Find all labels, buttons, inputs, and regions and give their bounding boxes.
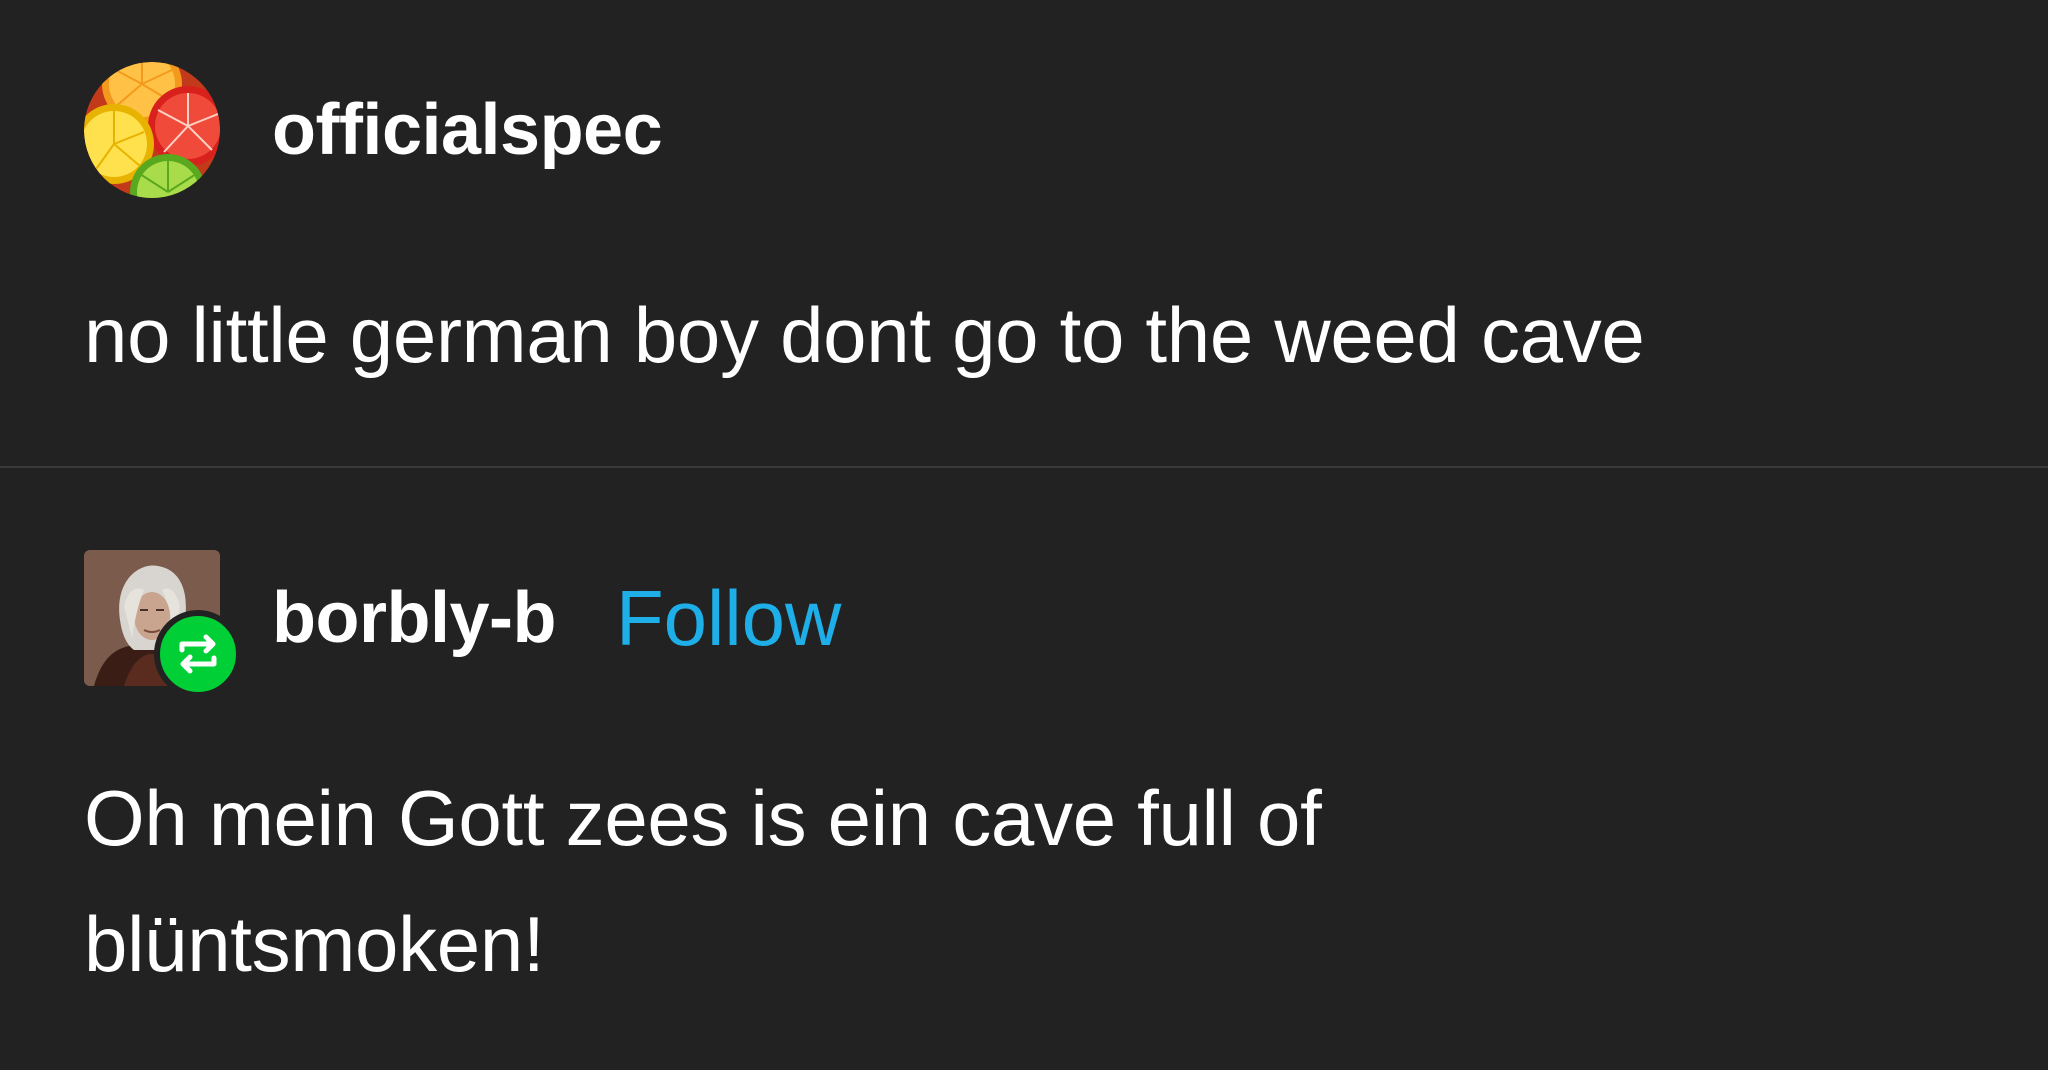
post-header: borbly-b Follow — [84, 548, 841, 698]
post-body-text: Oh mein Gott zees is ein cave full of bl… — [84, 774, 1322, 988]
post-header: officialspec — [84, 60, 663, 200]
citrus-slices-avatar[interactable] — [84, 62, 220, 198]
post-original: officialspec no little german boy dont g… — [0, 0, 2048, 466]
follow-button[interactable]: Follow — [616, 573, 841, 664]
post-body-text: no little german boy dont go to the weed… — [84, 291, 1645, 379]
reblog-icon — [154, 610, 242, 698]
avatar-container[interactable] — [84, 550, 242, 698]
post-reblog: borbly-b Follow Oh mein Gott zees is ein… — [0, 468, 2048, 1070]
avatar-container[interactable] — [84, 62, 220, 198]
username[interactable]: borbly-b — [272, 577, 556, 659]
username[interactable]: officialspec — [272, 89, 663, 171]
